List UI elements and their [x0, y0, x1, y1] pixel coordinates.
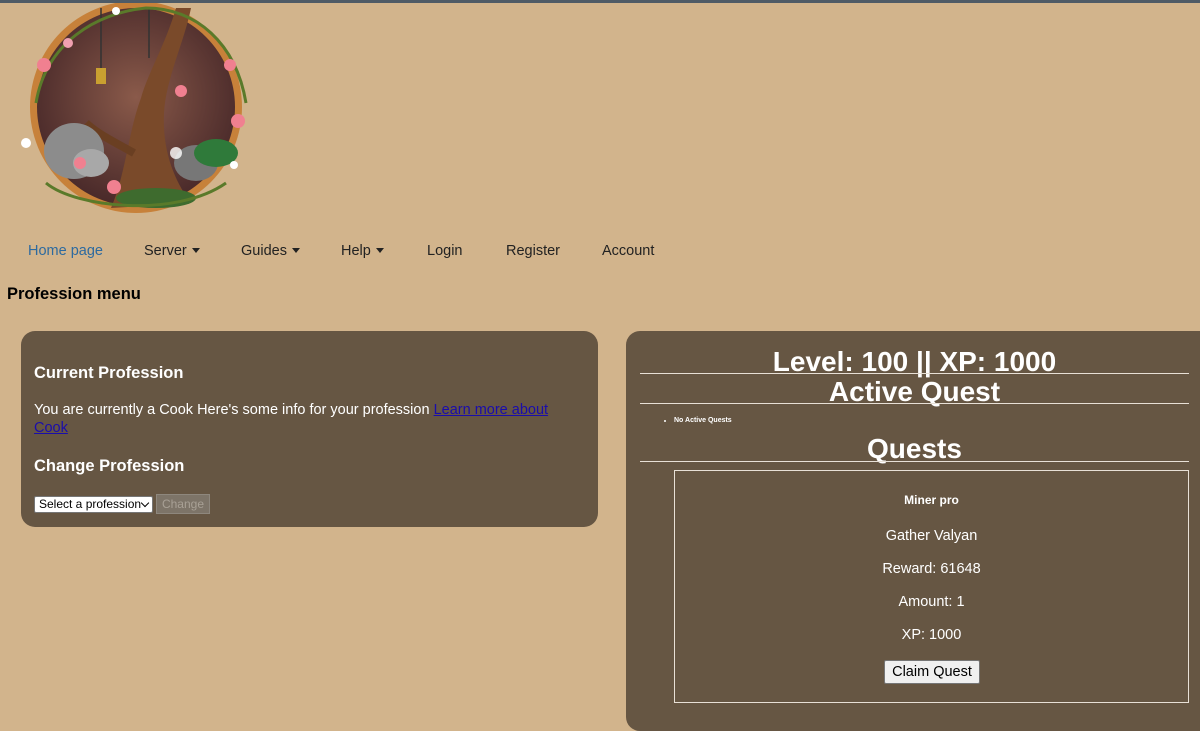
nav-register[interactable]: Register — [506, 243, 560, 260]
nav-label: Guides — [241, 243, 287, 259]
nav-home-page[interactable]: Home page — [28, 243, 103, 260]
nav-server-dropdown[interactable]: Server — [144, 243, 200, 260]
profession-select-value: Select a profession — [39, 497, 142, 511]
profession-select[interactable]: Select a profession — [34, 496, 153, 513]
quests-heading: Quests — [867, 433, 962, 464]
list-item: No Active Quests — [674, 417, 732, 424]
current-profession-text: You are currently a Cook Here's some inf… — [34, 401, 582, 437]
divider — [640, 403, 1189, 404]
nav-label: Register — [506, 243, 560, 259]
nav-label: Home page — [28, 243, 103, 259]
quest-title: Miner pro — [904, 493, 959, 507]
nav-label: Login — [427, 243, 463, 259]
profession-info-text: You are currently a Cook Here's some inf… — [34, 402, 434, 418]
quest-reward: Reward: 61648 — [882, 561, 981, 577]
nav-label: Server — [144, 243, 187, 259]
quest-xp: XP: 1000 — [901, 627, 962, 643]
quest-task: Gather Valyan — [885, 528, 978, 544]
claim-quest-button[interactable]: Claim Quest — [884, 660, 980, 684]
quest-amount: Amount: 1 — [898, 594, 965, 610]
page-title: Profession menu — [7, 285, 141, 303]
site-logo[interactable] — [16, 3, 256, 217]
caret-down-icon — [191, 248, 200, 253]
nav-label: Account — [602, 243, 655, 259]
current-profession-heading: Current Profession — [34, 364, 184, 382]
nav-login[interactable]: Login — [427, 243, 462, 260]
nav-label: Help — [341, 243, 371, 259]
quest-card: Miner pro Gather Valyan Reward: 61648 Am… — [674, 470, 1189, 703]
caret-down-icon — [291, 248, 300, 253]
divider — [640, 373, 1189, 374]
quests-panel: Level: 100 || XP: 1000 Active Quest No A… — [626, 331, 1200, 731]
nav-account[interactable]: Account — [602, 243, 654, 260]
divider — [640, 461, 1189, 462]
chevron-down-icon — [140, 498, 150, 508]
nav-help-dropdown[interactable]: Help — [341, 243, 384, 260]
fantasy-tree-logo-icon — [21, 3, 248, 213]
caret-down-icon — [375, 248, 384, 253]
nav-guides-dropdown[interactable]: Guides — [241, 243, 300, 260]
change-profession-heading: Change Profession — [34, 457, 185, 475]
active-quest-list: No Active Quests — [666, 417, 732, 424]
change-profession-button: Change — [156, 494, 210, 514]
profession-panel: Current Profession You are currently a C… — [21, 331, 598, 527]
